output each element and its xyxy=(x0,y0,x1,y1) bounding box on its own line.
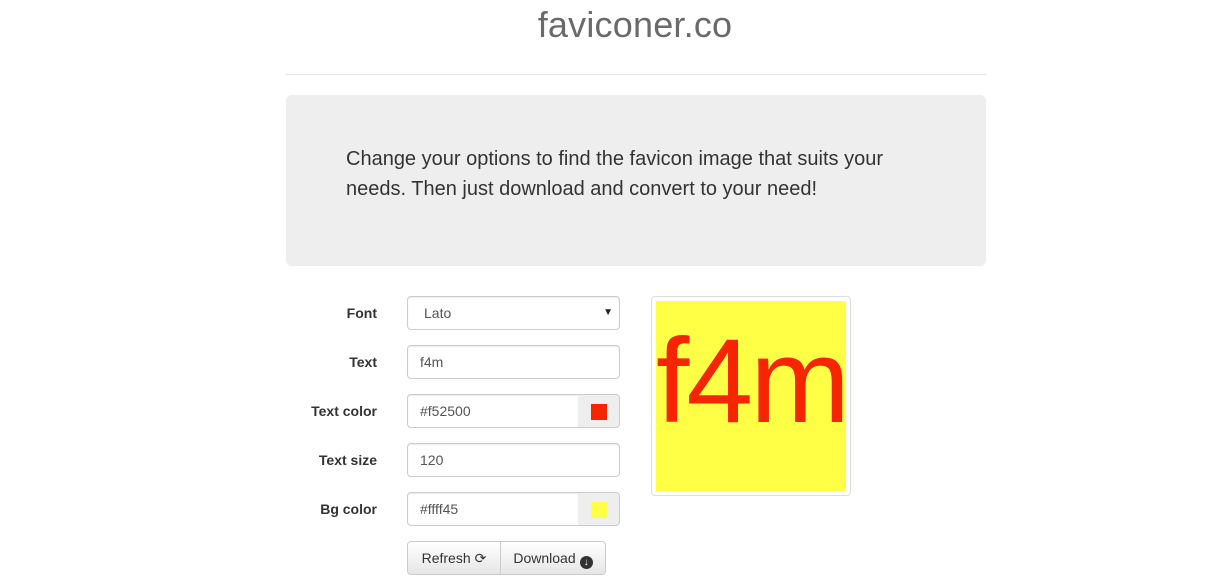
bg-color-input[interactable]: #ffff45 xyxy=(407,492,579,526)
text-size-row: Text size 120 xyxy=(286,443,626,477)
text-input[interactable]: f4m xyxy=(407,345,620,379)
font-select-value: Lato xyxy=(424,305,452,321)
text-size-input[interactable]: 120 xyxy=(407,443,620,477)
bg-color-picker[interactable] xyxy=(578,492,620,526)
download-button[interactable]: Download ↓ xyxy=(500,541,606,575)
download-button-label: Download xyxy=(513,550,576,566)
text-row: Text f4m xyxy=(286,345,626,379)
favicon-preview-text: f4m xyxy=(656,314,846,448)
refresh-button[interactable]: Refresh ⟳ xyxy=(407,541,501,575)
bg-color-swatch xyxy=(591,502,607,518)
bg-color-row: Bg color #ffff45 xyxy=(286,492,626,526)
text-color-row: Text color #f52500 xyxy=(286,394,626,428)
text-color-picker[interactable] xyxy=(578,394,620,428)
text-label: Text xyxy=(349,354,377,370)
text-color-input[interactable]: #f52500 xyxy=(407,394,579,428)
refresh-icon: ⟳ xyxy=(474,550,487,566)
page: faviconer.co Change your options to find… xyxy=(0,0,1213,586)
intro-text: Change your options to find the favicon … xyxy=(346,148,883,200)
text-size-label: Text size xyxy=(318,452,377,468)
font-row: Font Lato ▼ xyxy=(286,296,626,330)
bg-color-label: Bg color xyxy=(320,501,377,517)
text-color-label: Text color xyxy=(311,403,377,419)
site-title: faviconer.co xyxy=(537,4,733,45)
font-label: Font xyxy=(346,305,377,321)
favicon-preview-canvas: f4m xyxy=(656,301,846,491)
text-color-swatch xyxy=(591,404,607,420)
refresh-button-label: Refresh xyxy=(421,550,471,566)
chevron-down-icon: ▼ xyxy=(603,307,613,318)
font-select[interactable]: Lato ▼ xyxy=(407,296,620,330)
download-icon: ↓ xyxy=(579,556,593,569)
intro-panel: Change your options to find the favicon … xyxy=(286,95,986,266)
header-divider xyxy=(286,74,986,75)
favicon-preview: f4m xyxy=(651,296,851,496)
